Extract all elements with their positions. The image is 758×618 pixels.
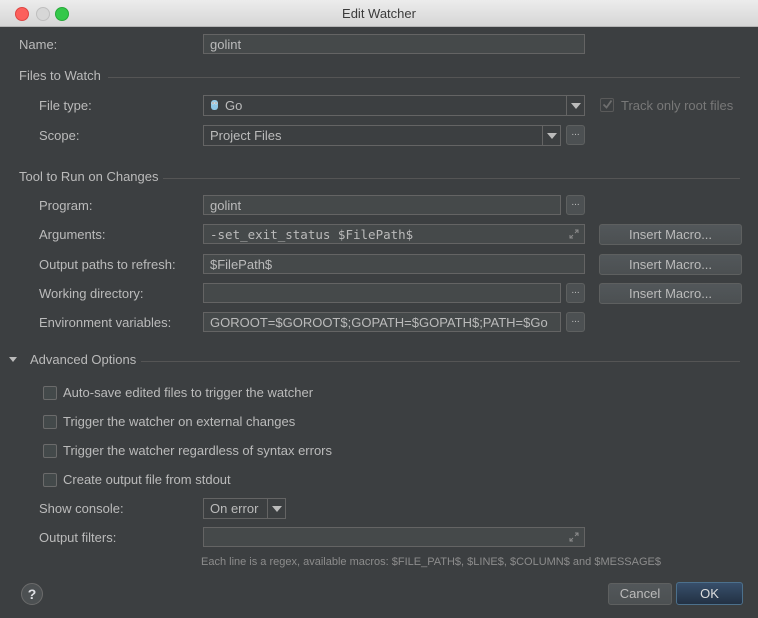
file-type-dropdown[interactable]: Go — [203, 95, 585, 116]
name-label: Name: — [19, 37, 58, 52]
working-directory-browse-button[interactable]: ... — [566, 283, 585, 303]
create-output-file-label: Create output file from stdout — [63, 472, 231, 487]
edit-watcher-dialog: Edit Watcher Name: golint Files to Watch… — [0, 0, 758, 618]
output-paths-input[interactable]: $FilePath$ — [203, 254, 585, 274]
help-button[interactable]: ? — [21, 583, 43, 605]
track-only-root-checkbox[interactable] — [600, 98, 614, 112]
create-output-file-checkbox[interactable] — [43, 473, 57, 487]
track-only-root-label: Track only root files — [621, 98, 734, 113]
checkmark-icon — [602, 99, 613, 109]
output-filters-label: Output filters: — [39, 530, 117, 545]
chevron-down-icon — [267, 499, 285, 518]
scope-label: Scope: — [39, 128, 80, 143]
working-directory-label: Working directory: — [39, 286, 144, 301]
output-filters-hint: Each line is a regex, available macros: … — [201, 556, 661, 568]
name-input[interactable]: golint — [203, 34, 585, 54]
syntax-errors-checkbox[interactable] — [43, 444, 57, 458]
advanced-options-heading[interactable]: Advanced Options — [30, 352, 136, 367]
auto-save-label: Auto-save edited files to trigger the wa… — [63, 385, 314, 400]
scope-dropdown[interactable]: Project Files — [203, 125, 561, 146]
file-type-value: Go — [225, 98, 243, 113]
triangle-down-icon[interactable] — [9, 357, 17, 362]
environment-variables-label: Environment variables: — [39, 315, 172, 330]
show-console-dropdown[interactable]: On error — [203, 498, 286, 519]
external-changes-checkbox[interactable] — [43, 415, 57, 429]
scope-browse-button[interactable]: ... — [566, 125, 585, 145]
program-label: Program: — [39, 198, 93, 213]
output-filters-input[interactable] — [203, 527, 585, 547]
cancel-button[interactable]: Cancel — [608, 583, 672, 605]
window-title: Edit Watcher — [342, 6, 416, 21]
scope-value: Project Files — [210, 128, 282, 143]
tool-heading: Tool to Run on Changes — [19, 169, 159, 184]
external-changes-label: Trigger the watcher on external changes — [63, 414, 296, 429]
expand-icon[interactable] — [569, 532, 579, 542]
insert-macro-button-arguments[interactable]: Insert Macro... — [599, 224, 742, 245]
chevron-down-icon — [566, 96, 584, 115]
show-console-value: On error — [210, 501, 259, 516]
chevron-down-icon — [542, 126, 560, 145]
file-type-label: File type: — [39, 98, 92, 113]
program-browse-button[interactable]: ... — [566, 195, 585, 215]
title-bar: Edit Watcher — [0, 0, 758, 27]
insert-macro-button-working-directory[interactable]: Insert Macro... — [599, 283, 742, 304]
section-divider — [141, 361, 740, 362]
auto-save-checkbox[interactable] — [43, 386, 57, 400]
program-input[interactable]: golint — [203, 195, 561, 215]
go-gopher-icon — [211, 100, 218, 110]
section-divider — [163, 178, 740, 179]
arguments-label: Arguments: — [39, 227, 106, 242]
show-console-label: Show console: — [39, 501, 124, 516]
environment-variables-input[interactable]: GOROOT=$GOROOT$;GOPATH=$GOPATH$;PATH=$Go — [203, 312, 561, 332]
working-directory-input[interactable] — [203, 283, 561, 303]
arguments-input[interactable]: -set_exit_status $FilePath$ — [203, 224, 585, 244]
insert-macro-button-output-paths[interactable]: Insert Macro... — [599, 254, 742, 275]
environment-variables-browse-button[interactable]: ... — [566, 312, 585, 332]
output-paths-label: Output paths to refresh: — [39, 257, 176, 272]
arguments-value: -set_exit_status $FilePath$ — [210, 227, 414, 242]
files-to-watch-heading: Files to Watch — [19, 68, 101, 83]
section-divider — [108, 77, 740, 78]
expand-icon[interactable] — [569, 229, 579, 239]
ok-button[interactable]: OK — [676, 582, 743, 605]
syntax-errors-label: Trigger the watcher regardless of syntax… — [63, 443, 333, 458]
